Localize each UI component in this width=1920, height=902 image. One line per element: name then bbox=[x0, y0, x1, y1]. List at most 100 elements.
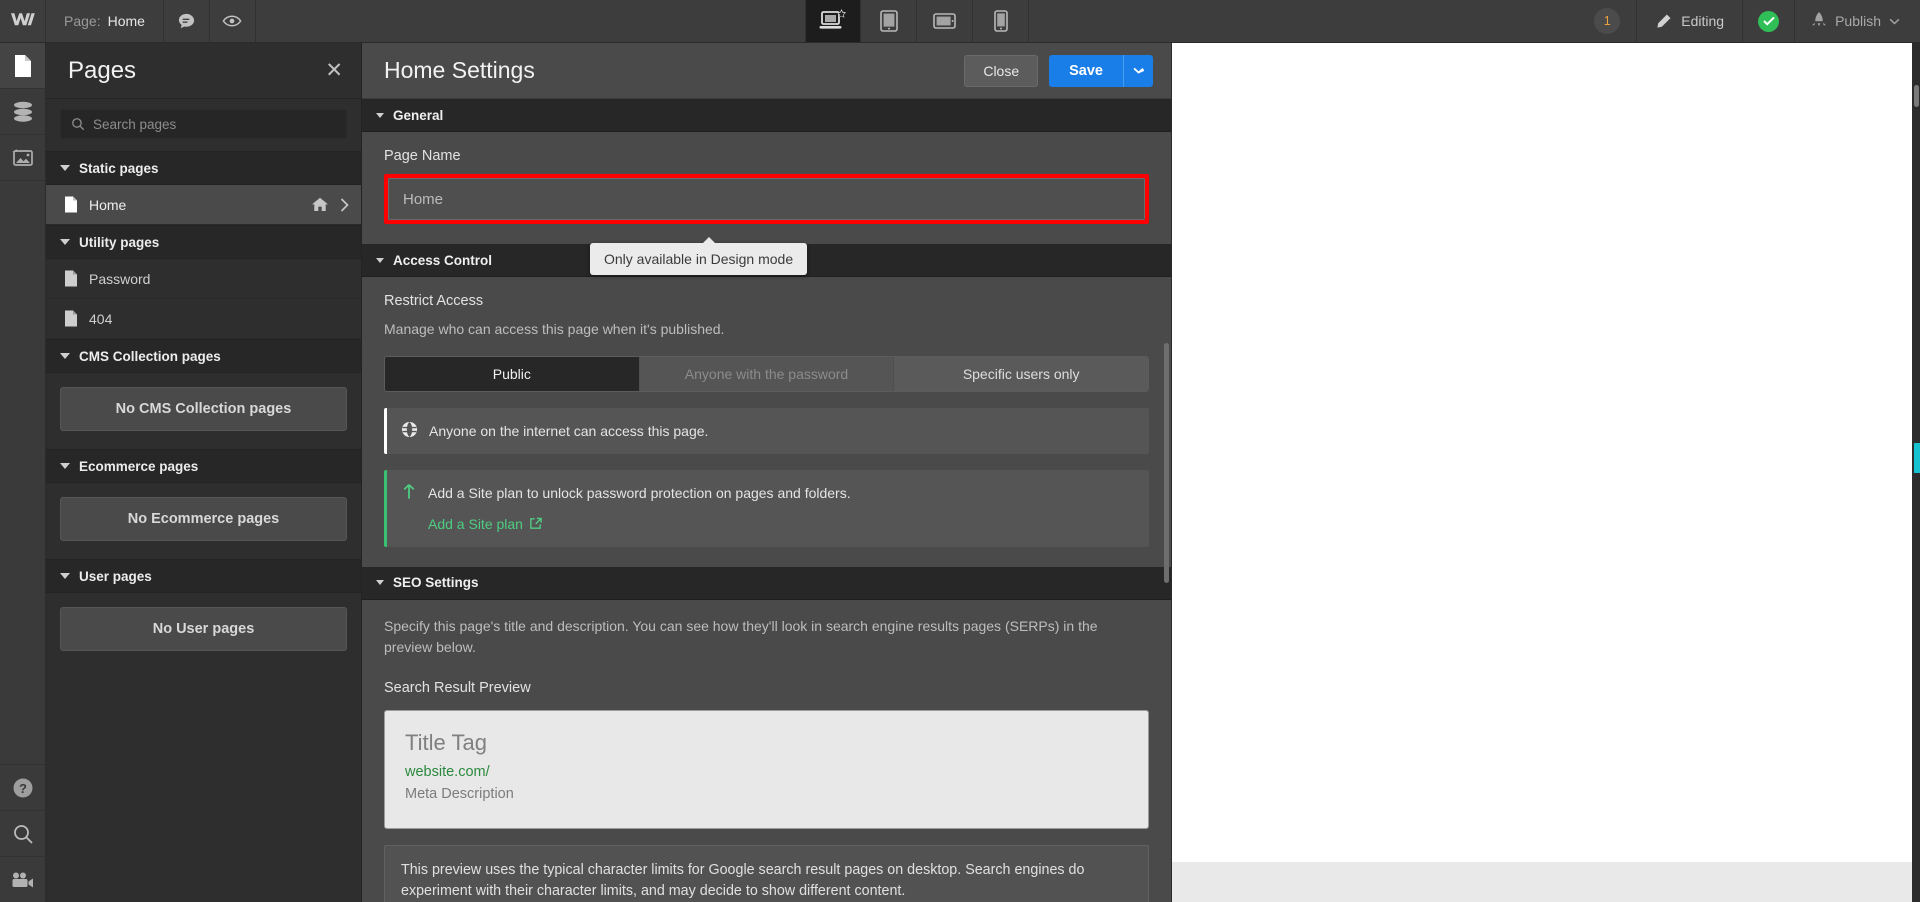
check-circle-icon[interactable] bbox=[1743, 0, 1796, 42]
globe-icon bbox=[401, 421, 418, 438]
section-seo-settings[interactable]: SEO Settings bbox=[362, 566, 1171, 600]
pencil-icon bbox=[1655, 13, 1672, 30]
search-field[interactable] bbox=[60, 109, 347, 139]
restrict-access-label: Restrict Access bbox=[384, 293, 484, 309]
arrow-up-icon bbox=[401, 483, 417, 500]
rail-help[interactable]: ? bbox=[0, 764, 45, 810]
page-icon bbox=[64, 196, 78, 213]
status-badge bbox=[1758, 10, 1780, 32]
site-plan-notice-row: Add a Site plan to unlock password prote… bbox=[401, 483, 851, 503]
mobile-icon[interactable] bbox=[973, 0, 1030, 42]
chevron-down-icon bbox=[376, 257, 384, 263]
sidebar-item-label: 404 bbox=[89, 310, 113, 327]
group-static-pages[interactable]: Static pages bbox=[46, 151, 361, 185]
tooltip-design-mode: Only available in Design mode bbox=[590, 237, 808, 275]
breadcrumb-label: Page: bbox=[64, 13, 101, 29]
group-label: CMS Collection pages bbox=[79, 348, 221, 364]
chevron-down-icon bbox=[376, 112, 384, 118]
chevron-down-icon[interactable] bbox=[1123, 54, 1153, 87]
svg-text:?: ? bbox=[19, 781, 27, 796]
sidebar-item-home[interactable]: Home bbox=[46, 185, 361, 225]
home-icon[interactable] bbox=[312, 197, 328, 212]
seo-description: Specify this page's title and descriptio… bbox=[384, 617, 1098, 655]
rocket-icon bbox=[1811, 12, 1827, 30]
settings-actions: Close Save bbox=[964, 54, 1153, 87]
save-button-group: Save bbox=[1049, 54, 1153, 87]
search-result-preview-card: Title Tag website.com/ Meta Description bbox=[384, 709, 1149, 829]
chevron-down-icon bbox=[376, 580, 384, 586]
page-name-input[interactable] bbox=[388, 178, 1145, 220]
ecommerce-empty-zone: No Ecommerce pages bbox=[46, 483, 361, 559]
section-label: Access Control bbox=[393, 252, 493, 268]
rail-video[interactable] bbox=[0, 856, 45, 902]
add-site-plan-label: Add a Site plan bbox=[428, 515, 523, 532]
rail-spacer bbox=[0, 181, 45, 764]
chevron-right-icon[interactable] bbox=[340, 197, 349, 212]
top-toolbar: Page: Home 1 Editing Publish bbox=[0, 0, 1920, 43]
settings-header: Home Settings Close Save bbox=[362, 43, 1171, 99]
segment-password[interactable]: Anyone with the password bbox=[639, 357, 895, 391]
toolbar-spacer-right bbox=[1029, 0, 1578, 42]
rail-pages[interactable] bbox=[0, 43, 45, 89]
canvas-area bbox=[1172, 43, 1920, 902]
comment-icon[interactable] bbox=[164, 0, 210, 42]
seo-body: Specify this page's title and descriptio… bbox=[362, 600, 1171, 902]
settings-scroll-area: General Page Name Access Control Restric… bbox=[362, 99, 1171, 902]
site-plan-text: Add a Site plan to unlock password prote… bbox=[428, 485, 851, 502]
breadcrumb[interactable]: Page: Home bbox=[46, 0, 164, 42]
general-body: Page Name bbox=[362, 132, 1171, 244]
close-button[interactable]: Close bbox=[964, 54, 1039, 87]
section-general[interactable]: General bbox=[362, 99, 1171, 132]
page-name-highlight bbox=[384, 174, 1149, 224]
sidebar-item-404[interactable]: 404 bbox=[46, 299, 361, 339]
webflow-logo-icon[interactable] bbox=[0, 0, 46, 42]
search-input[interactable] bbox=[93, 116, 336, 132]
user-empty-zone: No User pages bbox=[46, 593, 361, 669]
settings-title: Home Settings bbox=[384, 57, 535, 83]
close-icon[interactable]: ✕ bbox=[325, 60, 343, 81]
tablet-icon[interactable] bbox=[861, 0, 918, 42]
group-label: Ecommerce pages bbox=[79, 458, 199, 474]
group-label: Static pages bbox=[79, 160, 159, 176]
pages-search-wrapper bbox=[46, 99, 361, 151]
left-rail: ? bbox=[0, 43, 46, 902]
pages-panel-header: Pages ✕ bbox=[46, 43, 361, 99]
empty-state-label: No CMS Collection pages bbox=[60, 387, 347, 431]
chevron-down-icon bbox=[1889, 18, 1900, 25]
segment-specific-users[interactable]: Specific users only bbox=[894, 357, 1148, 391]
eye-icon[interactable] bbox=[210, 0, 256, 42]
settings-scrollbar[interactable] bbox=[1164, 343, 1169, 583]
canvas-page[interactable] bbox=[1172, 43, 1912, 902]
rail-assets[interactable] bbox=[0, 135, 45, 181]
canvas-scrollbar-thumb[interactable] bbox=[1914, 85, 1919, 107]
publish-button[interactable]: Publish bbox=[1795, 0, 1920, 42]
section-label: General bbox=[393, 107, 444, 123]
save-button[interactable]: Save bbox=[1049, 54, 1123, 87]
restrict-access-desc: Manage who can access this page when it'… bbox=[384, 321, 725, 337]
publish-label: Publish bbox=[1835, 13, 1881, 29]
segment-public[interactable]: Public bbox=[385, 357, 640, 391]
public-access-text: Anyone on the internet can access this p… bbox=[429, 423, 709, 439]
editing-mode-button[interactable]: Editing bbox=[1637, 0, 1744, 42]
rail-cms[interactable] bbox=[0, 89, 45, 135]
rail-search[interactable] bbox=[0, 810, 45, 856]
group-ecommerce-pages[interactable]: Ecommerce pages bbox=[46, 449, 361, 483]
page-title: Pages bbox=[68, 56, 137, 84]
sidebar-item-password[interactable]: Password bbox=[46, 259, 361, 299]
breadcrumb-value: Home bbox=[107, 13, 145, 29]
group-user-pages[interactable]: User pages bbox=[46, 559, 361, 593]
access-control-body: Restrict Access Manage who can access th… bbox=[362, 277, 1171, 567]
tablet-landscape-icon[interactable] bbox=[917, 0, 974, 42]
chevron-down-icon bbox=[60, 165, 70, 171]
notification-badge[interactable]: 1 bbox=[1578, 0, 1638, 42]
sidebar-item-label: Password bbox=[89, 270, 151, 287]
desktop-star-icon[interactable] bbox=[805, 0, 862, 42]
group-utility-pages[interactable]: Utility pages bbox=[46, 225, 361, 259]
restrict-access-segmented: Public Anyone with the password Specific… bbox=[384, 356, 1149, 392]
external-link-icon bbox=[529, 517, 542, 530]
add-site-plan-link[interactable]: Add a Site plan bbox=[428, 514, 542, 534]
serp-description: Meta Description bbox=[405, 785, 514, 802]
group-cms-collection-pages[interactable]: CMS Collection pages bbox=[46, 339, 361, 373]
home-row-icons bbox=[312, 197, 349, 212]
group-label: User pages bbox=[79, 568, 152, 584]
